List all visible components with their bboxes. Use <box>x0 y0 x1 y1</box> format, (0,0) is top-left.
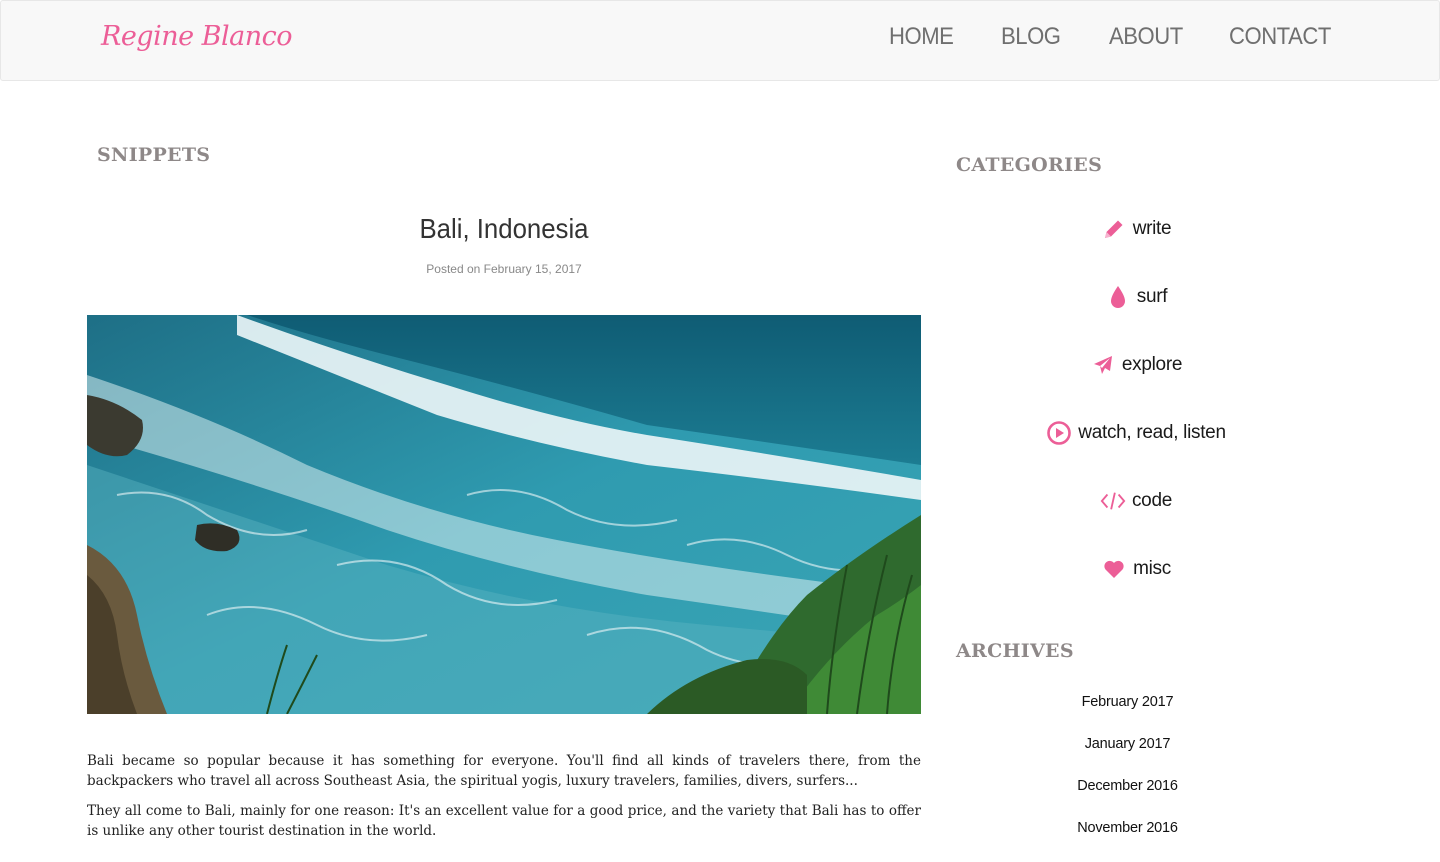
archive-link[interactable]: December 2016 <box>956 778 1299 794</box>
archive-link[interactable]: November 2016 <box>956 820 1299 836</box>
post-hero-image[interactable] <box>87 315 921 714</box>
category-surf[interactable]: surf <box>956 284 1316 310</box>
archive-link[interactable]: January 2017 <box>956 736 1299 752</box>
ocean-waves-photo <box>87 315 921 714</box>
category-label: write <box>1132 218 1172 239</box>
category-write[interactable]: write <box>956 216 1316 242</box>
play-icon <box>1046 420 1072 446</box>
category-label: explore <box>1121 354 1183 375</box>
drop-icon <box>1105 284 1131 310</box>
brand-logo[interactable]: Regine Blanco <box>101 21 293 52</box>
category-code[interactable]: code <box>956 488 1316 514</box>
category-label: code <box>1131 490 1172 511</box>
post-title[interactable]: Bali, Indonesia <box>120 213 887 245</box>
code-icon <box>1100 488 1126 514</box>
category-label: surf <box>1136 286 1168 307</box>
post-paragraph: They all come to Bali, mainly for one re… <box>87 803 921 839</box>
categories-heading: CATEGORIES <box>956 154 1103 176</box>
plane-icon <box>1090 352 1116 378</box>
archives-heading: ARCHIVES <box>956 640 1074 662</box>
post-paragraph: Bali became so popular because it has so… <box>87 753 921 789</box>
category-misc[interactable]: misc <box>956 556 1316 582</box>
nav-about-link[interactable]: ABOUT <box>1109 23 1183 51</box>
post-date: Posted on February 15, 2017 <box>426 262 582 276</box>
category-label: misc <box>1133 558 1171 579</box>
heart-icon <box>1101 556 1127 582</box>
nav-blog-link[interactable]: BLOG <box>1001 23 1061 51</box>
pencil-icon <box>1101 216 1127 242</box>
archive-link[interactable]: February 2017 <box>956 694 1299 710</box>
category-watch-read-listen[interactable]: watch, read, listen <box>956 420 1316 446</box>
snippets-heading: SNIPPETS <box>97 144 211 166</box>
top-navbar: Regine Blanco HOME BLOG ABOUT CONTACT <box>0 0 1440 81</box>
category-explore[interactable]: explore <box>956 352 1316 378</box>
nav-contact-link[interactable]: CONTACT <box>1229 23 1331 51</box>
category-label: watch, read, listen <box>1078 422 1226 443</box>
nav-home-link[interactable]: HOME <box>889 23 954 51</box>
